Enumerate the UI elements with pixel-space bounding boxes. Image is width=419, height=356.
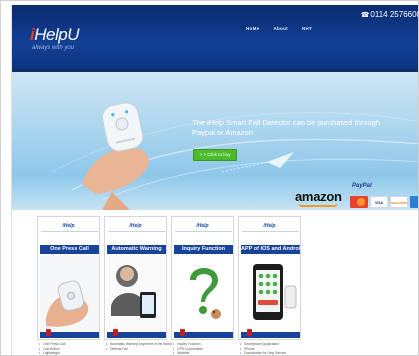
browser-frame: iHelpU always with you HoMe About NHT ☎0… [0, 0, 419, 356]
card-divider [175, 231, 232, 232]
amazon-logo[interactable]: amazon [295, 189, 342, 204]
nav-about[interactable]: About [273, 26, 288, 31]
list-item: Downloader for Help Service [240, 351, 306, 355]
product-card-one-press-call[interactable]: iHelp One Press Call [37, 216, 100, 340]
site-logo[interactable]: iHelpU [30, 25, 79, 45]
page: iHelpU always with you HoMe About NHT ☎0… [11, 5, 419, 355]
amazon-smile-icon [298, 203, 338, 207]
card-title: One Press Call [40, 245, 99, 254]
card-image [241, 256, 300, 331]
card-brand: iHelp [196, 223, 209, 229]
paypal-logo[interactable]: PayPal [352, 183, 372, 189]
card-footer [241, 329, 300, 338]
click-to-buy-button[interactable]: > > Click to buy [193, 149, 237, 161]
card-divider [41, 231, 98, 232]
feature-list-inquiry: Inquiry Function GPS Coordinates Weather [173, 342, 239, 355]
phone-icon: ☎ [360, 12, 370, 19]
list-item: Weather [173, 351, 239, 355]
main-nav: HoMe About NHT [246, 26, 312, 31]
list-item: Detects Fall [106, 347, 172, 352]
nav-nht[interactable]: NHT [302, 26, 312, 31]
logo-text: HelpU [34, 25, 79, 44]
visa-card: VISA [370, 196, 388, 208]
product-card-automatic-warning[interactable]: iHelp Automatic Warning [104, 216, 167, 340]
feature-list-warning: Automatic Warning Anywhere in the World … [106, 342, 172, 351]
product-card-app[interactable]: iHelp APP of IOS and Android [238, 216, 301, 340]
elderly-phone-illustration [107, 256, 166, 331]
question-mark-illustration [174, 256, 233, 331]
discover-card: DISCOVER [390, 196, 408, 208]
hero-illustration [51, 102, 418, 210]
device-badge-icon [180, 329, 185, 336]
card-brand: iHelp [62, 223, 75, 229]
site-header: iHelpU always with you HoMe About NHT ☎0… [12, 5, 419, 69]
feature-list-one-press: One Press Call One Button Lightweight [39, 342, 105, 355]
hero-banner: The iHelp Smart Fall Detector can be pur… [12, 72, 418, 210]
card-divider [242, 231, 299, 232]
device-badge-icon [247, 329, 252, 336]
mastercard-icon [350, 196, 368, 208]
banner-headline: The iHelp Smart Fall Detector can be pur… [192, 118, 381, 137]
list-item: Lightweight [39, 351, 105, 355]
card-divider [108, 231, 165, 232]
card-image [107, 256, 166, 331]
amex-card-icon [410, 196, 418, 208]
card-brand: iHelp [263, 223, 276, 229]
card-title: Automatic Warning [107, 245, 166, 254]
list-item: Automatic Warning Anywhere in the World [106, 342, 172, 347]
smartphone-app-illustration [241, 256, 300, 331]
phone-number[interactable]: ☎0114 2576600 [360, 10, 419, 19]
nav-home[interactable]: HoMe [246, 26, 259, 31]
card-footer [107, 329, 166, 338]
site-tagline: always with you [32, 45, 75, 51]
card-footer [174, 329, 233, 338]
hand-device-illustration [40, 256, 99, 331]
product-card-inquiry-function[interactable]: iHelp Inquiry Function [171, 216, 234, 340]
card-brand: iHelp [129, 223, 142, 229]
card-title: APP of IOS and Android [241, 245, 300, 254]
card-title: Inquiry Function [174, 245, 233, 254]
device-badge-icon [46, 329, 51, 336]
device-badge-icon [113, 329, 118, 336]
product-section: iHelp One Press Call iHelp Automatic War… [12, 210, 418, 355]
card-image [174, 256, 233, 331]
card-footer [40, 329, 99, 338]
feature-list-app: Smartphone Application iPhone Downloader… [240, 342, 306, 355]
card-image [40, 256, 99, 331]
phone-text: 0114 2576600 [370, 10, 419, 19]
